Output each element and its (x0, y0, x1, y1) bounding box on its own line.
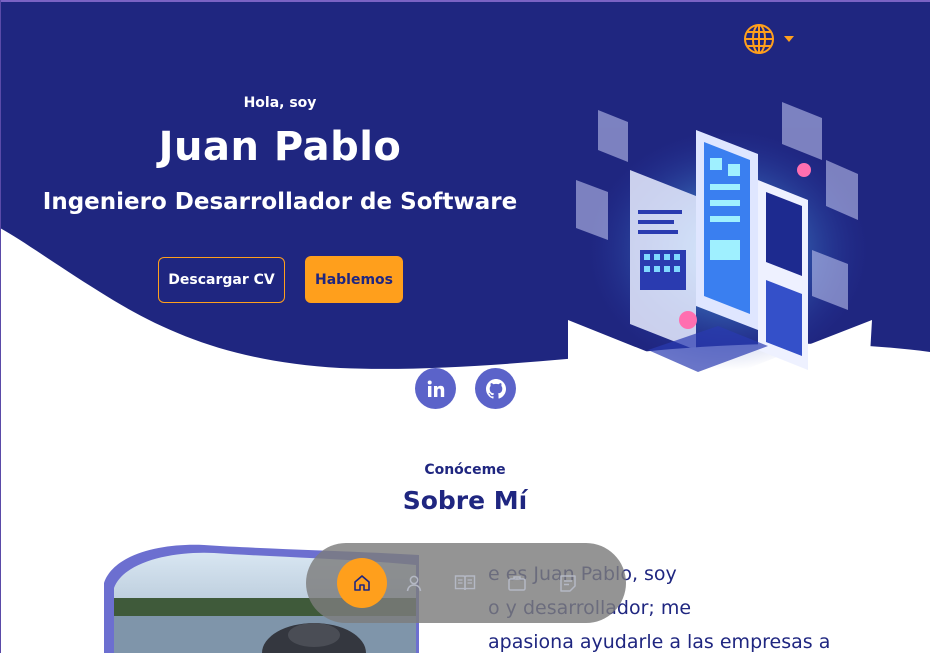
message-icon (560, 575, 576, 592)
nav-experience[interactable] (440, 558, 490, 608)
nav-about[interactable] (389, 558, 439, 608)
isometric-phone-illustration (568, 102, 872, 388)
nav-contact[interactable] (543, 558, 593, 608)
top-border (0, 0, 930, 2)
user-icon (406, 575, 422, 592)
about-title: Sobre Mí (402, 486, 528, 515)
left-border (0, 0, 1, 653)
globe-icon (744, 24, 774, 54)
hero-role: Ingeniero Desarrollador de Software (42, 189, 518, 215)
hero-greeting: Hola, soy (243, 95, 317, 111)
language-selector[interactable] (743, 22, 803, 56)
linkedin-link[interactable] (415, 368, 456, 409)
book-icon (454, 575, 476, 591)
download-cv-button[interactable]: Descargar CV (158, 257, 285, 303)
contact-button[interactable]: Hablemos (305, 256, 403, 303)
github-link[interactable] (475, 368, 516, 409)
nav-home[interactable] (337, 558, 387, 608)
caret-down-icon (784, 36, 794, 42)
about-eyebrow: Conóceme (424, 462, 506, 478)
home-icon (354, 575, 370, 591)
nav-portfolio[interactable] (492, 558, 542, 608)
hero-name: Juan Pablo (158, 124, 402, 170)
github-icon (485, 378, 506, 399)
bottom-nav-dock (306, 543, 626, 623)
about-line: apasiona ayudarle a las empresas a (488, 631, 831, 653)
briefcase-icon (508, 576, 526, 591)
linkedin-icon (427, 380, 444, 397)
